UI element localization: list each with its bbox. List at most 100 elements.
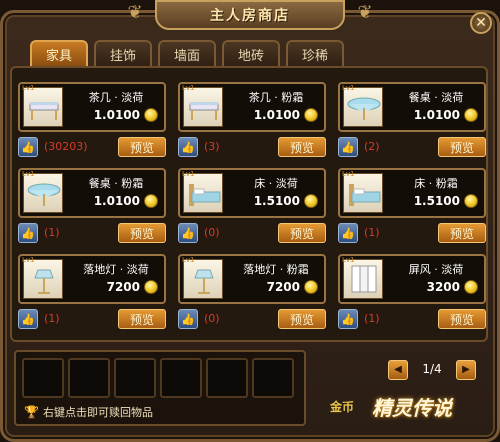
item-actions: 👍 (30203) 预览 (18, 136, 166, 158)
gold-coin-icon (464, 280, 478, 294)
redeem-slot[interactable] (114, 358, 156, 398)
floor-lamp-icon[interactable] (23, 259, 63, 299)
item-card[interactable]: Lv1 落地灯 · 淡荷 7200 👍 (1) 预览 (18, 254, 166, 330)
gold-coin-icon (304, 280, 318, 294)
prev-page-button[interactable]: ◀ (388, 360, 408, 380)
like-count: (3) (204, 140, 220, 153)
like-count: (1) (44, 226, 60, 239)
like-count: (2) (364, 140, 380, 153)
like-button[interactable]: 👍 (178, 223, 198, 243)
redeem-slot[interactable] (206, 358, 248, 398)
item-price: 1.0100 (93, 194, 140, 208)
preview-button[interactable]: 预览 (118, 223, 166, 243)
item-price: 1.0100 (413, 108, 460, 122)
folding-screen-icon[interactable] (343, 259, 383, 299)
item-info: Lv1 落地灯 · 粉霜 7200 (178, 254, 326, 304)
item-level: Lv1 (22, 256, 35, 264)
preview-button[interactable]: 预览 (118, 309, 166, 329)
trophy-icon: 🏆 (24, 405, 39, 419)
item-level: Lv1 (22, 170, 35, 178)
item-price: 3200 (426, 280, 460, 294)
tea-table-icon[interactable] (183, 87, 223, 127)
item-card[interactable]: Lv1 床 · 粉霜 1.5100 👍 (1) 预览 (338, 168, 486, 244)
item-card[interactable]: Lv1 床 · 淡荷 1.5100 👍 (0) 预览 (178, 168, 326, 244)
item-level: Lv1 (342, 256, 355, 264)
tab-walls[interactable]: 墙面 (158, 40, 216, 66)
item-price: 7200 (106, 280, 140, 294)
gold-coin-icon (144, 280, 158, 294)
dining-table-icon[interactable] (343, 87, 383, 127)
preview-button[interactable]: 预览 (278, 309, 326, 329)
like-button[interactable]: 👍 (178, 137, 198, 157)
item-price: 1.5100 (253, 194, 300, 208)
item-name: 餐桌 · 粉霜 (88, 177, 144, 190)
item-name: 落地灯 · 淡荷 (83, 263, 149, 276)
item-price: 1.0100 (253, 108, 300, 122)
item-card[interactable]: Lv1 茶几 · 粉霜 1.0100 👍 (3) 预览 (178, 82, 326, 158)
preview-button[interactable]: 预览 (438, 137, 486, 157)
redeem-slot[interactable] (22, 358, 64, 398)
tab-hangings[interactable]: 挂饰 (94, 40, 152, 66)
like-button[interactable]: 👍 (338, 137, 358, 157)
item-name: 床 · 粉霜 (414, 177, 458, 190)
thumbs-up-icon: 👍 (181, 226, 195, 240)
preview-button[interactable]: 预览 (438, 309, 486, 329)
like-button[interactable]: 👍 (338, 309, 358, 329)
redeem-slot[interactable] (160, 358, 202, 398)
item-name: 落地灯 · 粉霜 (243, 263, 309, 276)
item-card[interactable]: Lv1 餐桌 · 粉霜 1.0100 👍 (1) 预览 (18, 168, 166, 244)
floor-lamp-icon[interactable] (183, 259, 223, 299)
item-card[interactable]: Lv1 屏风 · 淡荷 3200 👍 (1) 预览 (338, 254, 486, 330)
item-card[interactable]: Lv1 落地灯 · 粉霜 7200 👍 (0) 预览 (178, 254, 326, 330)
preview-button[interactable]: 预览 (118, 137, 166, 157)
item-card[interactable]: Lv1 餐桌 · 淡荷 1.0100 👍 (2) 预览 (338, 82, 486, 158)
item-grid: Lv1 茶几 · 淡荷 1.0100 👍 (30203) 预览 Lv1 茶几 ·… (18, 82, 486, 330)
item-price: 1.5100 (413, 194, 460, 208)
like-button[interactable]: 👍 (18, 223, 38, 243)
like-button[interactable]: 👍 (18, 137, 38, 157)
redeem-slots (22, 358, 294, 398)
thumbs-up-icon: 👍 (21, 312, 35, 326)
next-page-button[interactable]: ▶ (456, 360, 476, 380)
item-card[interactable]: Lv1 茶几 · 淡荷 1.0100 👍 (30203) 预览 (18, 82, 166, 158)
like-count: (0) (204, 312, 220, 325)
item-panel: Lv1 茶几 · 淡荷 1.0100 👍 (30203) 预览 Lv1 茶几 ·… (10, 66, 488, 342)
item-info: Lv1 落地灯 · 淡荷 7200 (18, 254, 166, 304)
category-tabs: 家具 挂饰 墙面 地砖 珍稀 (30, 40, 344, 66)
bed-icon[interactable] (183, 173, 223, 213)
item-info: Lv1 茶几 · 淡荷 1.0100 (18, 82, 166, 132)
item-info: Lv1 餐桌 · 淡荷 1.0100 (338, 82, 486, 132)
tab-floor-tiles[interactable]: 地砖 (222, 40, 280, 66)
redeem-slot[interactable] (68, 358, 110, 398)
window-title: 主人房商店 (155, 0, 345, 30)
item-level: Lv1 (182, 256, 195, 264)
tab-furniture[interactable]: 家具 (30, 40, 88, 66)
item-actions: 👍 (3) 预览 (178, 136, 326, 158)
item-actions: 👍 (0) 预览 (178, 222, 326, 244)
gold-coin-icon (304, 108, 318, 122)
redeem-area: 🏆 右键点击即可赎回物品 (14, 350, 306, 426)
redeem-slot[interactable] (252, 358, 294, 398)
item-name: 餐桌 · 淡荷 (408, 91, 464, 104)
like-button[interactable]: 👍 (18, 309, 38, 329)
item-info: Lv1 屏风 · 淡荷 3200 (338, 254, 486, 304)
item-info: Lv1 床 · 粉霜 1.5100 (338, 168, 486, 218)
like-button[interactable]: 👍 (178, 309, 198, 329)
item-level: Lv1 (342, 170, 355, 178)
ornament-left-icon: ❦ (127, 2, 143, 23)
gold-coin-icon (144, 108, 158, 122)
close-icon[interactable]: ✕ (470, 12, 492, 34)
tab-rare[interactable]: 珍稀 (286, 40, 344, 66)
like-button[interactable]: 👍 (338, 223, 358, 243)
gold-label: 金币 (330, 400, 355, 414)
item-level: Lv1 (182, 170, 195, 178)
tea-table-icon[interactable] (23, 87, 63, 127)
preview-button[interactable]: 预览 (278, 137, 326, 157)
pager: ◀ 1/4 ▶ (388, 360, 476, 382)
item-price: 7200 (266, 280, 300, 294)
bed-icon[interactable] (343, 173, 383, 213)
item-name: 茶几 · 淡荷 (88, 91, 144, 104)
preview-button[interactable]: 预览 (438, 223, 486, 243)
dining-table-icon[interactable] (23, 173, 63, 213)
preview-button[interactable]: 预览 (278, 223, 326, 243)
